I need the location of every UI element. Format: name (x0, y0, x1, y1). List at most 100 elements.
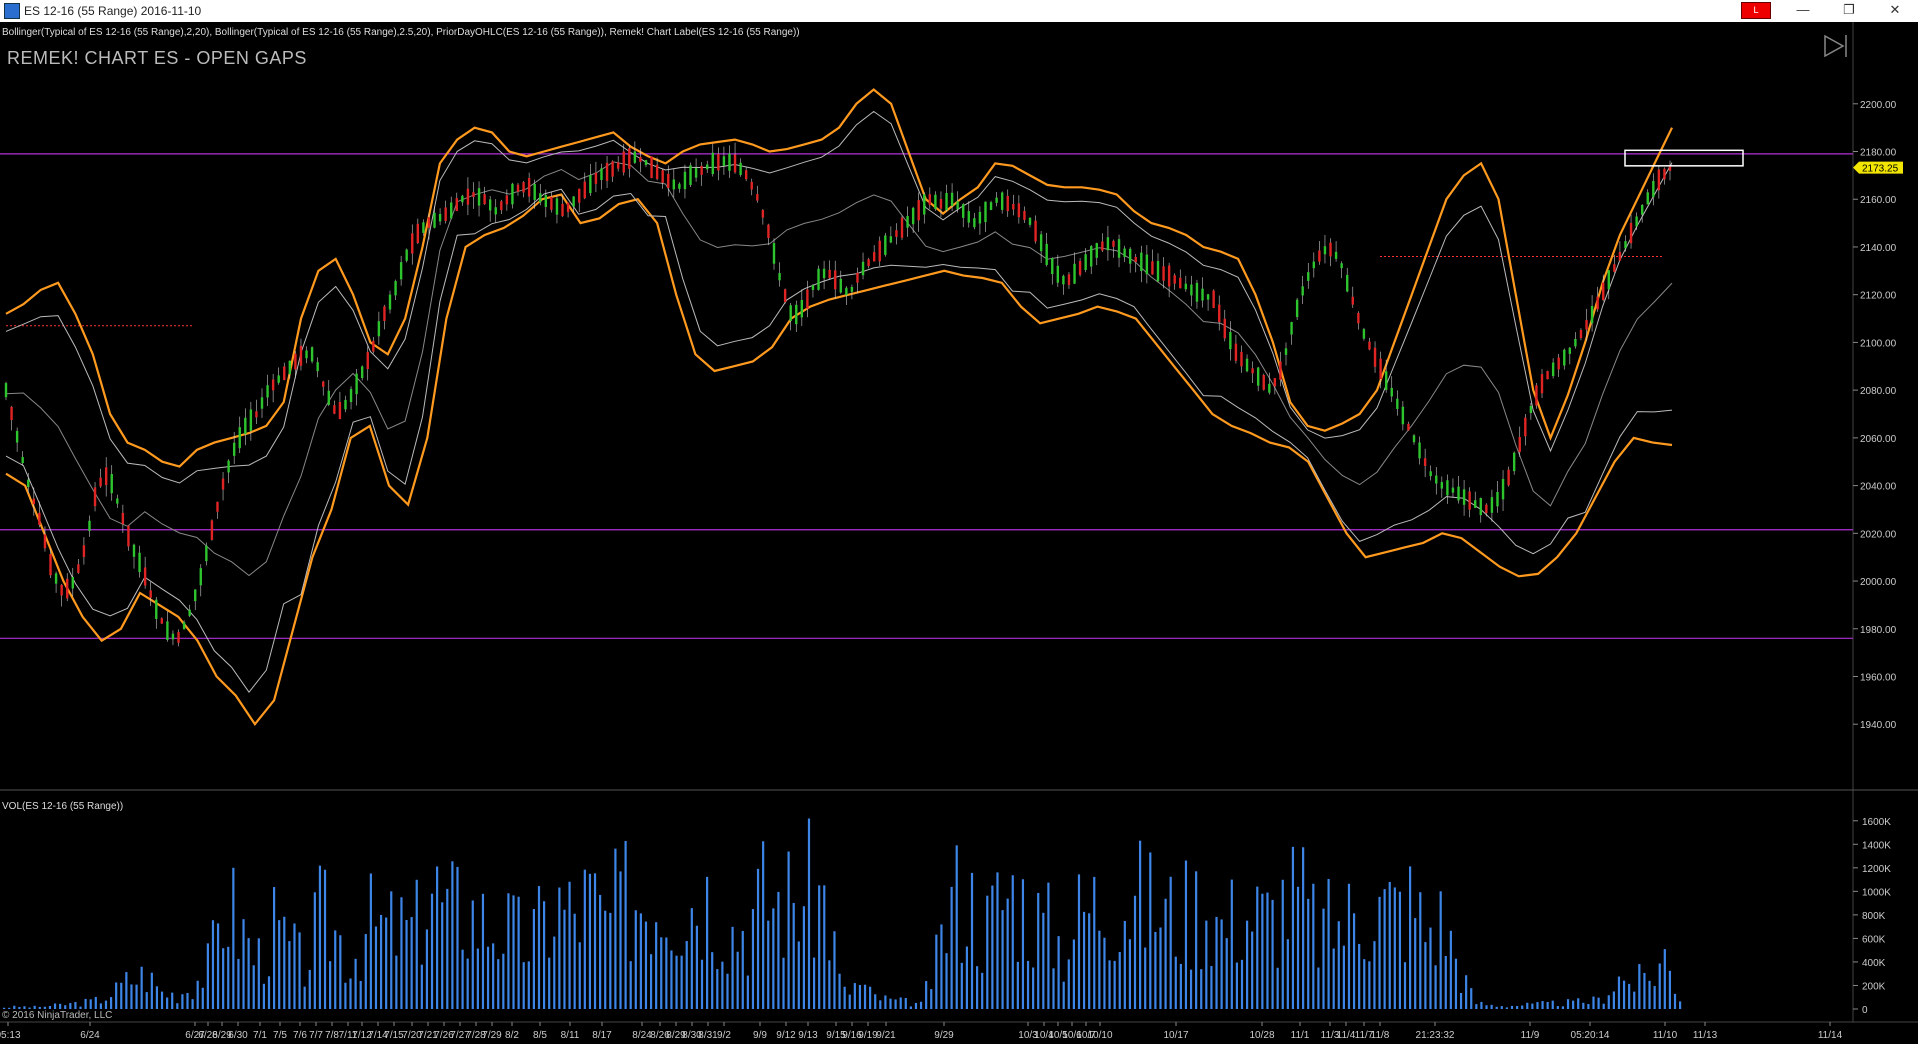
volume-bar (1505, 1007, 1508, 1009)
candle-body (856, 272, 859, 283)
candle-body (1529, 405, 1533, 414)
candle-body (271, 379, 275, 391)
candle-body (177, 632, 180, 643)
candle-body (188, 609, 191, 616)
volume-bar (1200, 969, 1203, 1009)
volume-bar (1286, 939, 1289, 1009)
price-tick-label: 2000.00 (1860, 577, 1897, 588)
volume-bar (1047, 882, 1050, 1009)
candle-body (633, 151, 637, 163)
volume-bar (797, 941, 800, 1009)
volume-bar (1383, 889, 1386, 1009)
time-tick-label: 9/13 (798, 1030, 818, 1041)
candle-body (1184, 283, 1188, 290)
candle-body (283, 366, 286, 381)
candle-body (611, 161, 614, 177)
volume-bar (925, 981, 928, 1009)
candle-body (433, 212, 436, 228)
volume-bar (283, 916, 286, 1009)
candle-body (1435, 475, 1438, 484)
candle-body (1329, 242, 1332, 257)
candle-body (155, 599, 158, 619)
candle-body (1284, 348, 1288, 355)
volume-bar (1429, 927, 1432, 1009)
volume-bar (706, 876, 709, 1009)
candle-body (845, 287, 848, 296)
volume-bar (940, 924, 943, 1009)
volume-bar (1276, 967, 1279, 1009)
candle-body (739, 162, 742, 175)
volume-bar (43, 1006, 46, 1009)
candle-body (1273, 378, 1277, 387)
candle-body (205, 545, 208, 562)
candle-body (1407, 423, 1410, 431)
volume-bar (1602, 1003, 1605, 1009)
volume-bar (278, 920, 281, 1009)
volume-bar (1475, 1004, 1478, 1009)
candle-body (232, 442, 236, 456)
candle-body (388, 294, 392, 310)
candle-body (722, 156, 726, 166)
candle-body (327, 390, 330, 405)
volume-bar (527, 961, 530, 1009)
volume-bar (695, 925, 699, 1009)
volume-bar (166, 997, 169, 1009)
candle-body (594, 172, 598, 184)
volume-bar (1149, 852, 1152, 1009)
candle-body (1629, 222, 1633, 244)
close-button[interactable]: ✕ (1872, 0, 1918, 22)
restore-button[interactable]: ❐ (1826, 0, 1872, 22)
volume-bar (1011, 875, 1014, 1009)
volume-bar (858, 984, 862, 1009)
candle-body (1212, 290, 1215, 308)
volume-bar (1113, 960, 1116, 1009)
minimize-button[interactable]: — (1780, 0, 1826, 22)
candle-body (461, 195, 464, 203)
volume-bar (634, 910, 637, 1009)
candle-body (416, 223, 420, 244)
candle-body (1101, 241, 1104, 251)
volume-bar (471, 900, 474, 1009)
candle-body (995, 197, 998, 203)
candle-body (867, 259, 870, 267)
time-tick-label: 10/28 (1249, 1030, 1274, 1041)
volume-bar (308, 969, 311, 1009)
volume-bar (1256, 886, 1259, 1009)
candle-body (834, 270, 837, 290)
volume-bar (1347, 883, 1351, 1009)
price-tick-label: 2060.00 (1860, 434, 1897, 445)
volume-bar (120, 982, 123, 1009)
volume-bar (945, 953, 948, 1009)
candle-body (1518, 436, 1521, 452)
volume-bar (507, 893, 510, 1009)
price-tick-label: 2020.00 (1860, 529, 1897, 540)
time-tick-label: 9/12 (776, 1030, 796, 1041)
volume-bar (1470, 988, 1473, 1009)
candle-body (667, 173, 670, 189)
candle-body (522, 182, 525, 193)
candle-body (288, 360, 292, 375)
alert-button[interactable]: L (1741, 2, 1771, 19)
candle-body (104, 467, 108, 485)
candle-body (778, 273, 781, 281)
volume-bar (125, 972, 128, 1009)
volume-bar (461, 949, 464, 1009)
candle-body (166, 621, 169, 640)
candle-body (1635, 216, 1638, 227)
candle-body (1474, 500, 1477, 508)
volume-bar (639, 913, 642, 1009)
candle-body (917, 200, 920, 221)
candle-body (939, 198, 943, 209)
candle-body (1312, 261, 1316, 269)
candle-body (694, 167, 698, 178)
volume-bar (206, 943, 209, 1009)
time-tick-label: 6/30 (228, 1030, 248, 1041)
volume-bar (802, 906, 805, 1009)
volume-bar (960, 962, 963, 1009)
time-tick-label: 10/17 (1163, 1030, 1188, 1041)
volume-bar (721, 961, 724, 1009)
candle-body (1379, 358, 1382, 380)
time-tick-label: 8/2 (505, 1030, 519, 1041)
chart-canvas[interactable]: Bollinger(Typical of ES 12-16 (55 Range)… (0, 22, 1918, 1044)
candle-body (1396, 398, 1399, 409)
